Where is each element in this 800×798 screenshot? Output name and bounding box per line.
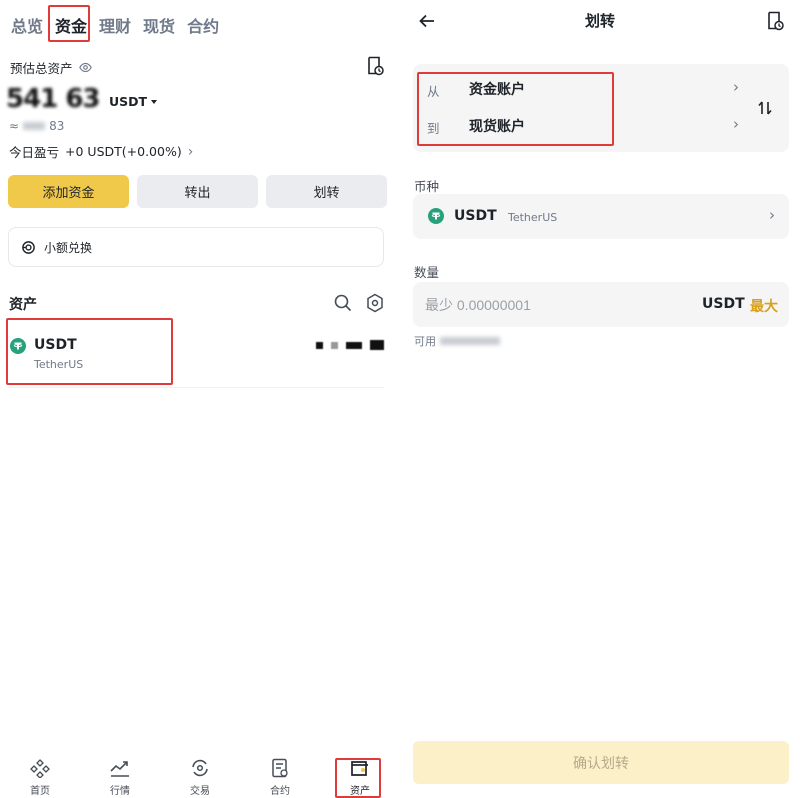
usdt-icon — [428, 208, 444, 224]
approx-value: ≈ 83 — [9, 119, 65, 133]
wallet-icon — [351, 761, 368, 776]
chevron-right-icon: › — [769, 206, 775, 224]
asset-full-name: TetherUS — [34, 358, 84, 371]
transfer-button[interactable]: 划转 — [266, 175, 387, 208]
eye-icon[interactable] — [78, 61, 92, 74]
balance-unit-selector[interactable]: USDT — [109, 94, 158, 109]
from-account[interactable]: 资金账户 — [469, 79, 525, 99]
nav-home[interactable]: 首页 — [0, 752, 80, 798]
chevron-right-icon[interactable]: › — [733, 78, 739, 96]
coin-selector[interactable]: USDT TetherUS › — [413, 194, 789, 239]
chevron-right-icon: › — [187, 143, 194, 160]
asset-symbol: USDT — [34, 337, 77, 353]
history-icon[interactable] — [766, 11, 784, 31]
max-button[interactable]: 最大 — [750, 296, 778, 316]
nav-markets[interactable]: 行情 — [80, 752, 160, 798]
chevron-down-icon — [151, 99, 158, 104]
exchange-icon — [22, 240, 35, 254]
available-balance: 可用 — [414, 333, 500, 349]
estimated-total-label: 预估总资产 — [10, 61, 73, 76]
total-balance-value: 541 63 — [6, 84, 101, 114]
quantity-field: USDT 最大 — [413, 282, 789, 327]
to-label: 到 — [427, 121, 440, 136]
small-exchange-label: 小额兑换 — [44, 240, 93, 255]
asset-balance-redacted — [316, 340, 384, 350]
from-label: 从 — [427, 84, 440, 99]
quantity-input[interactable] — [425, 282, 685, 327]
balance-unit: USDT — [109, 94, 148, 109]
tab-funding[interactable]: 资金 — [52, 8, 90, 42]
settings-hexagon-icon[interactable] — [366, 293, 384, 313]
swap-icon[interactable] — [757, 100, 773, 116]
assets-title: 资产 — [9, 297, 37, 313]
add-funds-button[interactable]: 添加资金 — [8, 175, 129, 208]
asset-row-usdt[interactable]: USDT TetherUS — [8, 330, 384, 388]
chart-icon — [110, 761, 129, 777]
coin-label: 币种 — [414, 179, 440, 194]
quantity-unit: USDT — [702, 296, 745, 312]
tab-spot[interactable]: 现货 — [140, 8, 178, 42]
wallet-tabs: 总览 资金 理财 现货 合约 — [8, 8, 228, 42]
pnl-label: 今日盈亏 — [9, 145, 60, 160]
binance-icon — [30, 759, 50, 778]
trade-icon — [192, 759, 208, 777]
funding-wallet-screen: 总览 资金 理财 现货 合约 预估总资产 541 63 USDT ≈ 83 今日… — [0, 0, 400, 798]
quantity-label: 数量 — [414, 265, 440, 280]
action-buttons: 添加资金 转出 划转 — [8, 175, 387, 208]
estimated-total-row: 预估总资产 — [10, 58, 92, 77]
bottom-navigation: 首页 行情 交易 合约 资产 — [0, 752, 400, 798]
transfer-accounts: 从 资金账户 › 到 现货账户 › — [413, 64, 789, 152]
nav-trade[interactable]: 交易 — [160, 752, 240, 798]
nav-futures[interactable]: 合约 — [240, 752, 320, 798]
transfer-screen: 划转 从 资金账户 › 到 现货账户 › 币种 USDT TetherUS › … — [400, 0, 800, 798]
tab-earn[interactable]: 理财 — [96, 8, 134, 42]
coin-symbol: USDT — [454, 208, 497, 224]
to-account[interactable]: 现货账户 — [469, 116, 525, 136]
search-icon[interactable] — [334, 294, 352, 312]
page-title: 划转 — [584, 12, 615, 30]
today-pnl[interactable]: 今日盈亏 +0 USDT(+0.00%) › — [9, 142, 193, 161]
futures-icon — [272, 758, 288, 778]
usdt-icon — [10, 338, 26, 354]
tab-overview[interactable]: 总览 — [8, 8, 46, 42]
withdraw-button[interactable]: 转出 — [137, 175, 258, 208]
confirm-transfer-button[interactable]: 确认划转 — [413, 741, 789, 784]
chevron-right-icon[interactable]: › — [733, 115, 739, 133]
history-icon[interactable] — [366, 56, 384, 76]
small-exchange-button[interactable]: 小额兑换 — [8, 227, 384, 267]
pnl-value: +0 USDT(+0.00%) — [65, 144, 182, 159]
nav-assets[interactable]: 资产 — [320, 752, 400, 798]
coin-full-name: TetherUS — [508, 211, 558, 224]
tab-futures[interactable]: 合约 — [184, 8, 222, 42]
